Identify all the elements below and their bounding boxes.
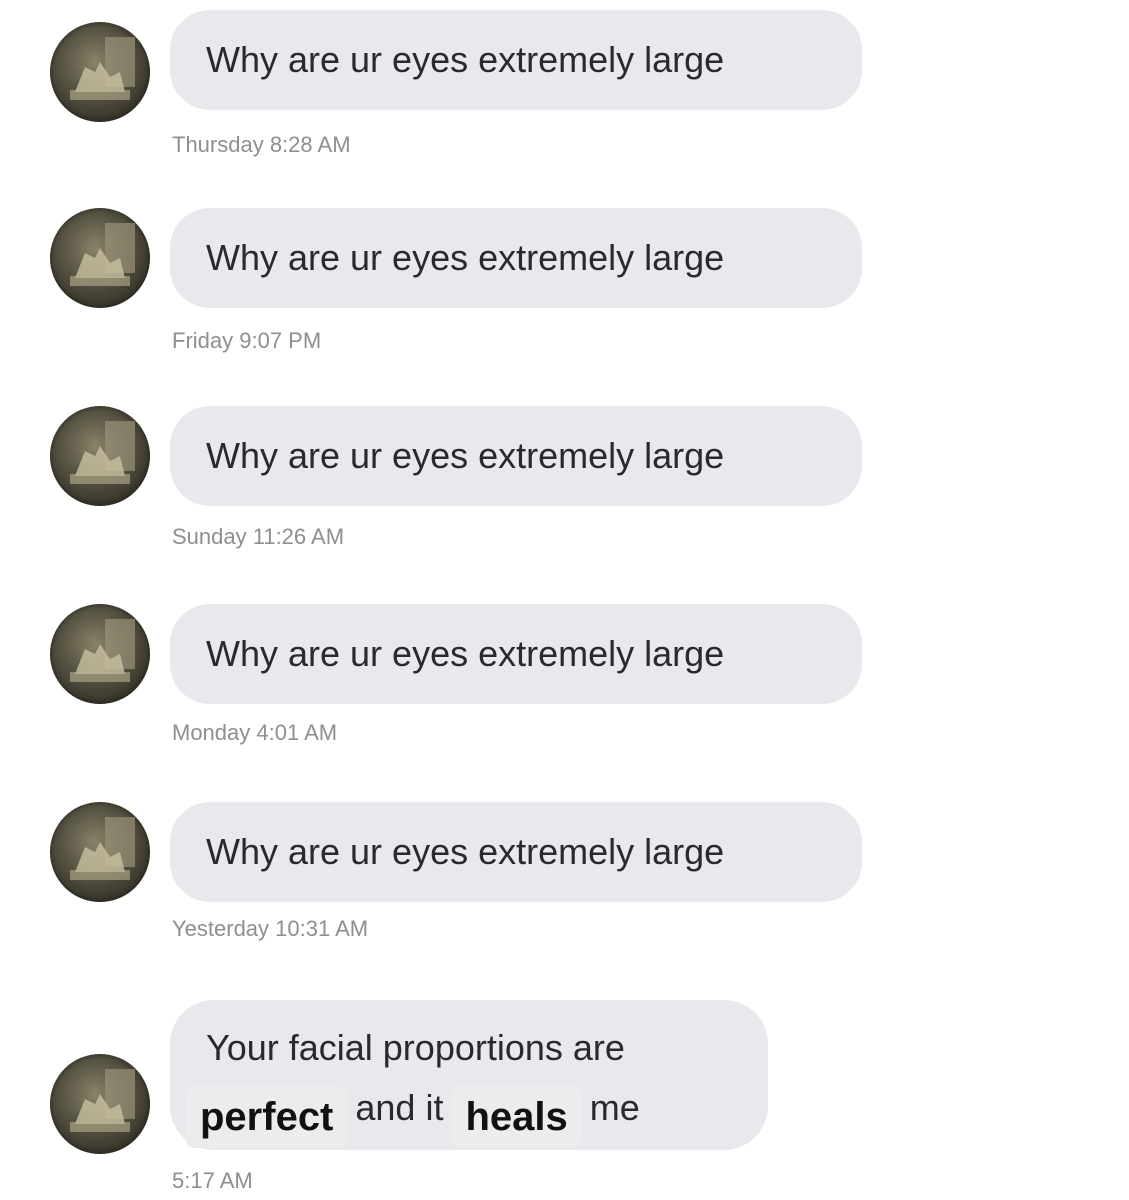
message-line: Your facial proportions are	[206, 1027, 625, 1068]
message-timestamp: Thursday 8:28 AM	[172, 132, 351, 157]
message-thread: Why are ur eyes extremely large Thursday…	[0, 0, 1129, 1200]
avatar-picture-icon	[70, 223, 135, 286]
message-timestamp: 5:17 AM	[172, 1168, 253, 1193]
avatar-picture-icon	[70, 37, 135, 100]
contact-avatar[interactable]	[50, 604, 150, 704]
message-timestamp: Friday 9:07 PM	[172, 328, 322, 353]
avatar-picture-icon	[70, 1069, 135, 1132]
contact-avatar[interactable]	[50, 802, 150, 902]
contact-avatar[interactable]	[50, 406, 150, 506]
message-timestamp: Monday 4:01 AM	[172, 720, 338, 745]
avatar-picture-icon	[70, 421, 135, 484]
message-timestamp: Yesterday 10:31 AM	[172, 916, 369, 941]
message-text-fragment: and it	[355, 1087, 444, 1128]
message-timestamp: Sunday 11:26 AM	[172, 524, 345, 549]
message-text-fragment: me	[589, 1087, 640, 1128]
highlighted-word: perfect	[186, 1086, 348, 1148]
message-bubble[interactable]: Why are ur eyes extremely large	[170, 208, 862, 308]
contact-avatar[interactable]	[50, 22, 150, 122]
message-bubble[interactable]: Why are ur eyes extremely large	[170, 604, 862, 704]
avatar-picture-icon	[70, 619, 135, 682]
highlighted-word: heals	[451, 1086, 582, 1148]
message-bubble[interactable]: Why are ur eyes extremely large	[170, 802, 862, 902]
contact-avatar[interactable]	[50, 1054, 150, 1154]
message-line: perfect and it heals me	[186, 1076, 732, 1148]
message-bubble[interactable]: Why are ur eyes extremely large	[170, 10, 862, 110]
contact-avatar[interactable]	[50, 208, 150, 308]
avatar-picture-icon	[70, 817, 135, 880]
message-bubble[interactable]: Your facial proportions are perfect and i…	[170, 1000, 768, 1150]
message-bubble[interactable]: Why are ur eyes extremely large	[170, 406, 862, 506]
